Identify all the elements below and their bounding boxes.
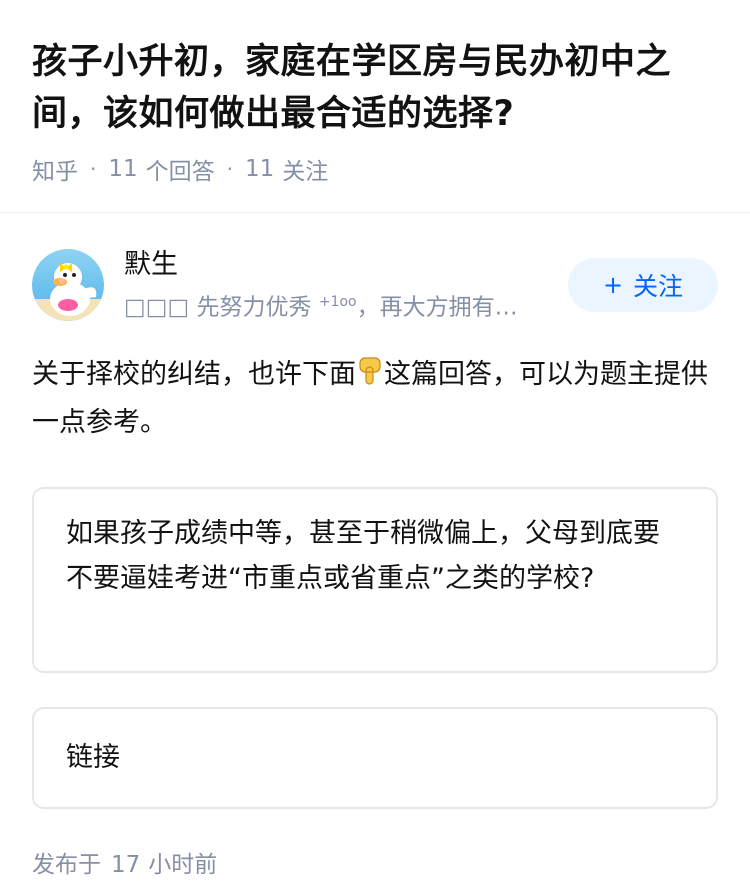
quoted-question-card[interactable]: 如果孩子成绩中等，甚至于稍微偏上，父母到底要不要逼娃考进“市重点或省重点”之类的…: [32, 486, 718, 673]
answer-count: 11: [108, 156, 138, 182]
answer-text-before: 关于择校的纠结，也许下面: [32, 358, 356, 390]
question-meta: 知乎 · 11 个回答 · 11 关注: [32, 152, 718, 186]
publish-time: 发布于 17 小时前: [0, 845, 750, 879]
link-card[interactable]: 链接: [32, 706, 718, 809]
answer-content: 关于择校的纠结，也许下面 这篇回答，可以为题主提供一点参考。: [0, 351, 750, 447]
link-card-label: 链接: [66, 742, 120, 774]
separator-dot: ·: [226, 157, 233, 181]
author-row: 默生 □□□ 先努力优秀 +1oo，再大方拥有… + 关注: [0, 213, 750, 323]
publish-prefix: 发布于: [32, 851, 101, 878]
avatar[interactable]: [32, 248, 104, 321]
author-bio-prefix: □□□ 先努力优秀: [124, 294, 312, 321]
author-bio-sup: +1oo: [318, 294, 357, 310]
follow-button-label: 关注: [633, 271, 684, 301]
author-bio: □□□ 先努力优秀 +1oo，再大方拥有…: [124, 287, 534, 323]
plus-icon: +: [602, 270, 624, 299]
quoted-question-text: 如果孩子成绩中等，甚至于稍微偏上，父母到底要不要逼娃考进“市重点或省重点”之类的…: [66, 517, 660, 594]
author-name[interactable]: 默生: [124, 247, 556, 283]
answer-count-label[interactable]: 个回答: [146, 152, 215, 186]
publish-unit: 小时前: [148, 851, 218, 878]
separator-dot: ·: [90, 157, 97, 181]
publish-number: 17: [111, 851, 141, 878]
author-info: 默生 □□□ 先努力优秀 +1oo，再大方拥有…: [124, 247, 556, 323]
answer-page: 孩子小升初，家庭在学区房与民办初中之间，该如何做出最合适的选择? 知乎 · 11…: [0, 0, 750, 890]
follower-count-label[interactable]: 关注: [282, 152, 328, 186]
follow-button[interactable]: + 关注: [568, 257, 718, 312]
duck-avatar-icon: [32, 248, 104, 321]
question-header: 孩子小升初，家庭在学区房与民办初中之间，该如何做出最合适的选择? 知乎 · 11…: [0, 0, 750, 186]
author-bio-suffix: ，再大方拥有…: [356, 294, 518, 321]
pointing-down-hand-icon: [359, 357, 381, 385]
follower-count: 11: [245, 156, 275, 182]
question-title[interactable]: 孩子小升初，家庭在学区房与民办初中之间，该如何做出最合适的选择?: [32, 36, 718, 140]
source-label[interactable]: 知乎: [32, 152, 78, 186]
